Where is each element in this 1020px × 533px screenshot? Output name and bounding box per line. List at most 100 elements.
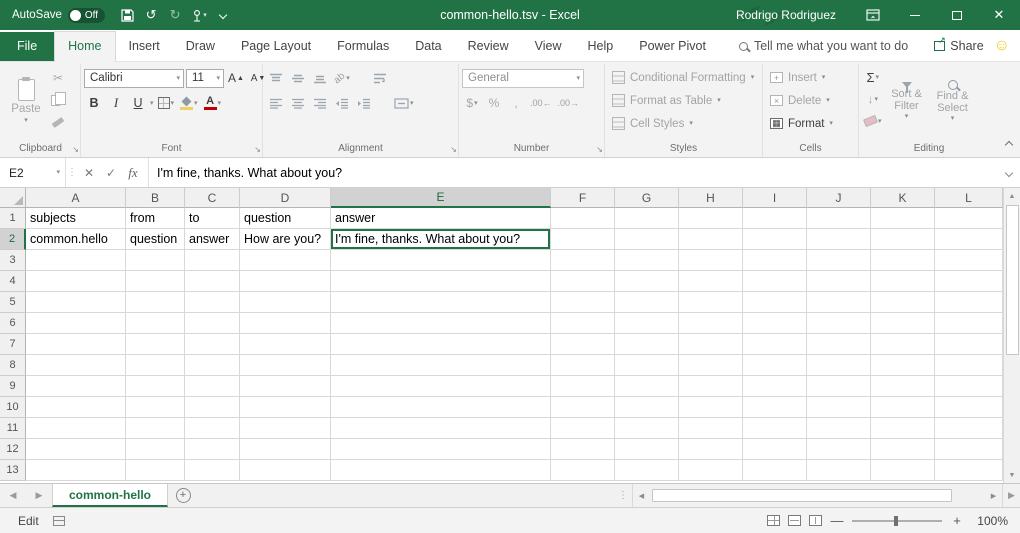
cell-I3[interactable] [743, 250, 807, 271]
vertical-scroll-thumb[interactable] [1006, 205, 1019, 355]
cell-G6[interactable] [615, 313, 679, 334]
cell-J9[interactable] [807, 376, 871, 397]
cell-K12[interactable] [871, 439, 935, 460]
cell-K7[interactable] [871, 334, 935, 355]
percent-style-button[interactable]: % [484, 93, 504, 113]
save-button[interactable] [115, 0, 139, 30]
cell-C1[interactable]: to [185, 208, 240, 229]
cell-G3[interactable] [615, 250, 679, 271]
number-dialog-launcher[interactable]: ↘ [596, 146, 603, 154]
new-sheet-button[interactable]: + [168, 484, 198, 507]
insert-cells-button[interactable]: +Insert▾ [766, 66, 837, 89]
row-header-5[interactable]: 5 [0, 292, 26, 313]
cell-J4[interactable] [807, 271, 871, 292]
cell-C7[interactable] [185, 334, 240, 355]
underline-button[interactable]: U [128, 93, 148, 113]
cell-G1[interactable] [615, 208, 679, 229]
cell-B13[interactable] [126, 460, 185, 481]
cell-H8[interactable] [679, 355, 743, 376]
cell-F3[interactable] [551, 250, 615, 271]
cell-G12[interactable] [615, 439, 679, 460]
grow-font-button[interactable]: A▲ [226, 68, 246, 88]
cell-H9[interactable] [679, 376, 743, 397]
cell-K3[interactable] [871, 250, 935, 271]
clear-button[interactable]: ▾ [862, 111, 884, 131]
row-header-7[interactable]: 7 [0, 334, 26, 355]
cell-D7[interactable] [240, 334, 331, 355]
font-size-combo[interactable]: 11▾ [186, 69, 224, 88]
cell-E9[interactable] [331, 376, 551, 397]
align-middle-button[interactable] [288, 68, 308, 88]
alignment-dialog-launcher[interactable]: ↘ [450, 146, 457, 154]
undo-button[interactable]: ↺ [139, 0, 163, 30]
cell-F7[interactable] [551, 334, 615, 355]
merge-center-button[interactable]: ▾ [392, 93, 416, 113]
page-break-preview-button[interactable] [809, 515, 822, 526]
delete-cells-button[interactable]: ×Delete▾ [766, 89, 837, 112]
zoom-slider-thumb[interactable] [894, 516, 898, 526]
cell-A3[interactable] [26, 250, 126, 271]
column-header-D[interactable]: D [240, 188, 331, 208]
cell-H6[interactable] [679, 313, 743, 334]
row-header-12[interactable]: 12 [0, 439, 26, 460]
align-center-button[interactable] [288, 93, 308, 113]
cell-I1[interactable] [743, 208, 807, 229]
cell-F9[interactable] [551, 376, 615, 397]
close-button[interactable]: ✕ [978, 0, 1020, 30]
cell-F6[interactable] [551, 313, 615, 334]
cell-E10[interactable] [331, 397, 551, 418]
autosave-pill[interactable]: Off [68, 8, 105, 23]
cell-H5[interactable] [679, 292, 743, 313]
page-layout-view-button[interactable] [788, 515, 801, 526]
tab-help[interactable]: Help [575, 32, 627, 61]
cell-D4[interactable] [240, 271, 331, 292]
cell-J12[interactable] [807, 439, 871, 460]
cell-C3[interactable] [185, 250, 240, 271]
cell-L9[interactable] [935, 376, 1003, 397]
column-header-L[interactable]: L [935, 188, 1003, 208]
cell-I2[interactable] [743, 229, 807, 250]
name-box[interactable]: E2 ▾ [0, 158, 66, 187]
minimize-button[interactable] [894, 0, 936, 30]
font-color-button[interactable]: A▾ [202, 93, 224, 113]
collapse-ribbon-button[interactable] [1006, 135, 1012, 153]
row-header-8[interactable]: 8 [0, 355, 26, 376]
cell-L6[interactable] [935, 313, 1003, 334]
cell-C2[interactable]: answer [185, 229, 240, 250]
orientation-button[interactable]: ab▾ [332, 68, 352, 88]
tab-page-layout[interactable]: Page Layout [228, 32, 324, 61]
font-dialog-launcher[interactable]: ↘ [254, 146, 261, 154]
cell-C6[interactable] [185, 313, 240, 334]
insert-function-button[interactable]: fx [122, 158, 144, 187]
cell-J2[interactable] [807, 229, 871, 250]
increase-decimal-button[interactable]: .00← [528, 93, 554, 113]
autosum-button[interactable]: Σ▾ [862, 67, 884, 87]
font-name-combo[interactable]: Calibri▾ [84, 69, 184, 88]
column-header-G[interactable]: G [615, 188, 679, 208]
name-box-resizer[interactable]: ⋮ [66, 158, 78, 187]
tab-home[interactable]: Home [54, 31, 115, 62]
cell-J13[interactable] [807, 460, 871, 481]
cell-F11[interactable] [551, 418, 615, 439]
cell-F4[interactable] [551, 271, 615, 292]
sheet-nav-right-button[interactable]: ▶ [26, 484, 52, 507]
cell-G8[interactable] [615, 355, 679, 376]
cell-G7[interactable] [615, 334, 679, 355]
row-header-2[interactable]: 2 [0, 229, 26, 250]
cell-D10[interactable] [240, 397, 331, 418]
row-header-3[interactable]: 3 [0, 250, 26, 271]
increase-indent-button[interactable] [354, 93, 374, 113]
user-name[interactable]: Rodrigo Rodriguez [720, 8, 852, 22]
cell-B2[interactable]: question [126, 229, 185, 250]
cell-F8[interactable] [551, 355, 615, 376]
share-button[interactable]: Share [926, 32, 991, 61]
cell-L1[interactable] [935, 208, 1003, 229]
cell-L2[interactable] [935, 229, 1003, 250]
cell-B4[interactable] [126, 271, 185, 292]
cell-A2[interactable]: common.hello [26, 229, 126, 250]
bold-button[interactable]: B [84, 93, 104, 113]
cell-A11[interactable] [26, 418, 126, 439]
cell-E13[interactable] [331, 460, 551, 481]
cell-F12[interactable] [551, 439, 615, 460]
scroll-left-icon[interactable]: ◀ [633, 488, 650, 504]
